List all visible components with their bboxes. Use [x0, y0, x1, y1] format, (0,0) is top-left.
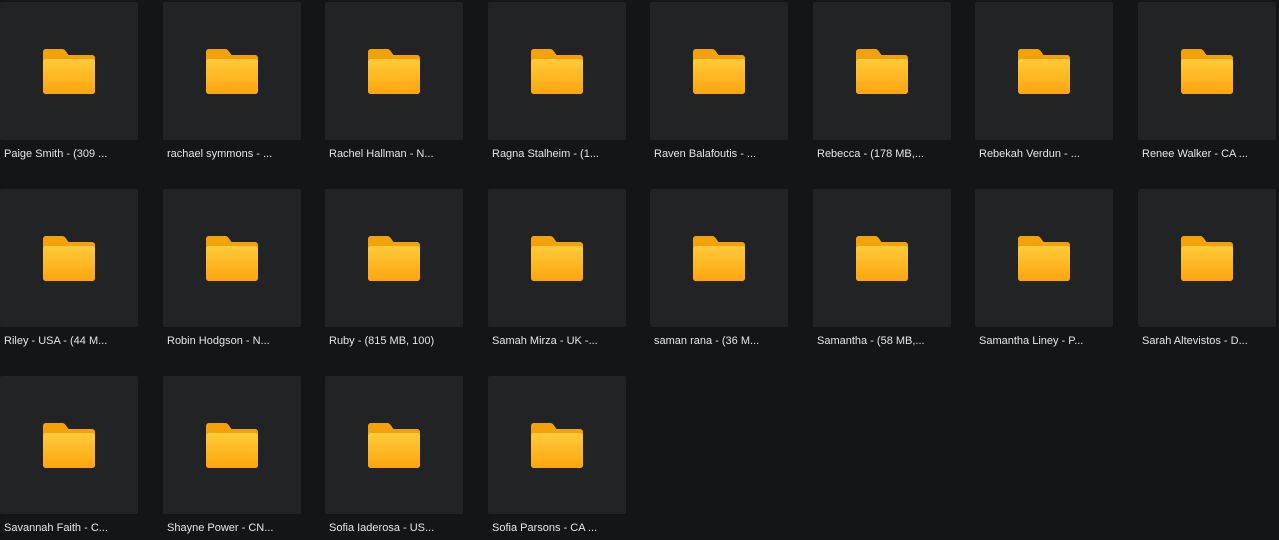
folder-label: Raven Balafoutis - ... [654, 148, 757, 160]
folder-icon [856, 49, 908, 94]
folder-label: Rebekah Verdun - ... [979, 148, 1080, 160]
folder-item[interactable]: saman rana - (36 M... [650, 189, 788, 348]
folder-icon [531, 49, 583, 94]
folder-label: saman rana - (36 M... [654, 335, 760, 347]
folder-item[interactable]: Sofia Parsons - CA ... [488, 376, 626, 535]
folder-grid: Paige Smith - (309 ... rachael symmons - … [0, 0, 1279, 540]
folder-item[interactable]: Sarah Altevistos - D... [1138, 189, 1276, 348]
folder-item[interactable]: Robin Hodgson - N... [163, 189, 301, 348]
folder-label: Samah Mirza - UK -... [492, 335, 598, 347]
folder-label: Ruby - (815 MB, 100) [329, 335, 435, 347]
folder-label: Ragna Stalheim - (1... [492, 148, 599, 160]
folder-thumbnail[interactable] [488, 189, 626, 327]
folder-label: Samantha Liney - P... [979, 335, 1084, 347]
folder-thumbnail[interactable] [488, 376, 626, 514]
folder-label: Renee Walker - CA ... [1142, 148, 1248, 160]
folder-thumbnail[interactable] [813, 2, 951, 140]
folder-thumbnail[interactable] [650, 2, 788, 140]
folder-label: Rachel Hallman - N... [329, 148, 434, 160]
folder-icon [206, 423, 258, 468]
folder-thumbnail[interactable] [813, 189, 951, 327]
folder-label: Robin Hodgson - N... [167, 335, 270, 347]
folder-thumbnail[interactable] [1138, 189, 1276, 327]
folder-item[interactable]: rachael symmons - ... [163, 2, 301, 161]
folder-icon [43, 236, 95, 281]
folder-thumbnail[interactable] [163, 2, 301, 140]
folder-item[interactable]: Rebekah Verdun - ... [975, 2, 1113, 161]
folder-thumbnail[interactable] [488, 2, 626, 140]
folder-item[interactable]: Samantha - (58 MB,... [813, 189, 951, 348]
folder-icon [206, 236, 258, 281]
folder-item[interactable]: Samah Mirza - UK -... [488, 189, 626, 348]
folder-item[interactable]: Renee Walker - CA ... [1138, 2, 1276, 161]
folder-thumbnail[interactable] [0, 376, 138, 514]
folder-icon [531, 236, 583, 281]
folder-icon [368, 236, 420, 281]
folder-thumbnail[interactable] [0, 189, 138, 327]
folder-thumbnail[interactable] [325, 376, 463, 514]
folder-thumbnail[interactable] [325, 189, 463, 327]
folder-label: rachael symmons - ... [167, 148, 273, 160]
folder-thumbnail[interactable] [650, 189, 788, 327]
folder-icon [531, 423, 583, 468]
folder-item[interactable]: Shayne Power - CN... [163, 376, 301, 535]
folder-thumbnail[interactable] [163, 376, 301, 514]
folder-item[interactable]: Raven Balafoutis - ... [650, 2, 788, 161]
folder-label: Paige Smith - (309 ... [4, 148, 108, 160]
folder-label: Savannah Faith - C... [4, 522, 108, 534]
folder-icon [368, 49, 420, 94]
folder-icon [693, 49, 745, 94]
folder-label: Riley - USA - (44 M... [4, 335, 108, 347]
folder-icon [1181, 49, 1233, 94]
folder-label: Samantha - (58 MB,... [817, 335, 925, 347]
folder-icon [368, 423, 420, 468]
folder-label: Shayne Power - CN... [167, 522, 274, 534]
folder-item[interactable]: Sofia Iaderosa - US... [325, 376, 463, 535]
folder-item[interactable]: Rachel Hallman - N... [325, 2, 463, 161]
folder-thumbnail[interactable] [1138, 2, 1276, 140]
folder-thumbnail[interactable] [325, 2, 463, 140]
folder-label: Sofia Iaderosa - US... [329, 522, 435, 534]
folder-label: Sofia Parsons - CA ... [492, 522, 598, 534]
folder-icon [206, 49, 258, 94]
folder-icon [856, 236, 908, 281]
folder-icon [1018, 236, 1070, 281]
folder-icon [43, 49, 95, 94]
folder-item[interactable]: Riley - USA - (44 M... [0, 189, 138, 348]
folder-icon [693, 236, 745, 281]
folder-item[interactable]: Rebecca - (178 MB,... [813, 2, 951, 161]
folder-item[interactable]: Ruby - (815 MB, 100) [325, 189, 463, 348]
folder-item[interactable]: Paige Smith - (309 ... [0, 2, 138, 161]
folder-icon [43, 423, 95, 468]
folder-item[interactable]: Savannah Faith - C... [0, 376, 138, 535]
folder-label: Rebecca - (178 MB,... [817, 148, 924, 160]
folder-label: Sarah Altevistos - D... [1142, 335, 1248, 347]
folder-icon [1181, 236, 1233, 281]
folder-item[interactable]: Samantha Liney - P... [975, 189, 1113, 348]
folder-thumbnail[interactable] [975, 189, 1113, 327]
folder-item[interactable]: Ragna Stalheim - (1... [488, 2, 626, 161]
folder-thumbnail[interactable] [0, 2, 138, 140]
folder-thumbnail[interactable] [163, 189, 301, 327]
folder-thumbnail[interactable] [975, 2, 1113, 140]
folder-icon [1018, 49, 1070, 94]
